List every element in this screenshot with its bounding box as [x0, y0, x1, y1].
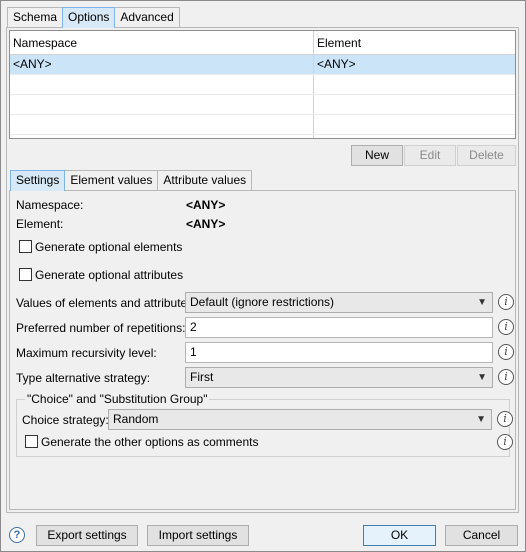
- inner-tab-bar: Settings Element values Attribute values: [10, 170, 253, 191]
- repetitions-label: Preferred number of repetitions:: [16, 321, 186, 335]
- repetitions-input[interactable]: 2: [185, 317, 493, 338]
- tab-advanced[interactable]: Advanced: [114, 7, 180, 28]
- gen-optional-elements-checkbox[interactable]: [19, 240, 32, 253]
- empty-row: [10, 75, 515, 95]
- cell-element: <ANY>: [317, 57, 356, 71]
- gen-other-options-label[interactable]: Generate the other options as comments: [41, 435, 258, 449]
- choice-strategy-label: Choice strategy:: [22, 413, 109, 427]
- values-label: Values of elements and attributes:: [16, 296, 197, 310]
- element-label: Element:: [16, 217, 64, 231]
- type-alt-selected: First: [190, 370, 214, 384]
- gen-optional-elements-label[interactable]: Generate optional elements: [35, 240, 182, 254]
- recursivity-input[interactable]: 1: [185, 342, 493, 363]
- values-select[interactable]: Default (ignore restrictions) ▼: [185, 292, 493, 313]
- gen-optional-attributes-checkbox[interactable]: [19, 268, 32, 281]
- tab-element-values[interactable]: Element values: [64, 170, 159, 191]
- column-header-element[interactable]: Element: [314, 31, 515, 54]
- namespace-label: Namespace:: [16, 198, 84, 212]
- info-icon[interactable]: i: [497, 434, 513, 450]
- tab-schema[interactable]: Schema: [7, 7, 64, 28]
- recursivity-label: Maximum recursivity level:: [16, 346, 157, 360]
- info-icon[interactable]: i: [497, 411, 513, 427]
- choice-group-box: "Choice" and "Substitution Group" Choice…: [16, 392, 513, 457]
- type-alt-select[interactable]: First ▼: [185, 367, 493, 388]
- ok-button[interactable]: OK: [363, 525, 436, 546]
- namespace-value: <ANY>: [186, 198, 226, 212]
- choice-selected: Random: [113, 412, 159, 426]
- choice-strategy-select[interactable]: Random ▼: [108, 409, 492, 430]
- gen-optional-attributes-label[interactable]: Generate optional attributes: [35, 268, 183, 282]
- cancel-button[interactable]: Cancel: [445, 525, 518, 546]
- element-value: <ANY>: [186, 217, 226, 231]
- values-selected: Default (ignore restrictions): [190, 295, 335, 309]
- cell-namespace: <ANY>: [10, 55, 314, 74]
- info-icon[interactable]: i: [498, 344, 514, 360]
- info-icon[interactable]: i: [498, 294, 514, 310]
- dialog-window: Schema Options Advanced Namespace Elemen…: [0, 0, 526, 552]
- group-title: "Choice" and "Substitution Group": [25, 392, 210, 406]
- empty-row: [10, 95, 515, 115]
- table-header: Namespace Element: [10, 31, 515, 55]
- table-row[interactable]: <ANY> <ANY>: [10, 55, 515, 75]
- delete-button[interactable]: Delete: [457, 145, 516, 166]
- new-button[interactable]: New: [351, 145, 403, 166]
- column-header-namespace[interactable]: Namespace: [10, 31, 314, 54]
- namespace-table[interactable]: Namespace Element <ANY> <ANY>: [9, 30, 516, 139]
- info-icon[interactable]: i: [498, 369, 514, 385]
- edit-button[interactable]: Edit: [404, 145, 456, 166]
- top-tab-bar: Schema Options Advanced: [7, 7, 180, 28]
- chevron-down-icon: ▼: [477, 297, 487, 308]
- import-settings-button[interactable]: Import settings: [147, 525, 249, 546]
- empty-row: [10, 115, 515, 135]
- tab-attribute-values[interactable]: Attribute values: [157, 170, 253, 191]
- info-icon[interactable]: i: [498, 319, 514, 335]
- export-settings-button[interactable]: Export settings: [36, 525, 138, 546]
- chevron-down-icon: ▼: [477, 372, 487, 383]
- empty-row: [10, 135, 515, 138]
- help-icon[interactable]: ?: [9, 527, 25, 543]
- options-panel: Namespace Element <ANY> <ANY> New Edit D…: [6, 27, 519, 513]
- settings-panel: Namespace: <ANY> Element: <ANY> Generate…: [9, 190, 516, 510]
- type-alt-label: Type alternative strategy:: [16, 371, 151, 385]
- tab-settings[interactable]: Settings: [10, 170, 66, 191]
- chevron-down-icon: ▼: [476, 414, 486, 425]
- gen-other-options-checkbox[interactable]: [25, 435, 38, 448]
- tab-options[interactable]: Options: [62, 7, 116, 28]
